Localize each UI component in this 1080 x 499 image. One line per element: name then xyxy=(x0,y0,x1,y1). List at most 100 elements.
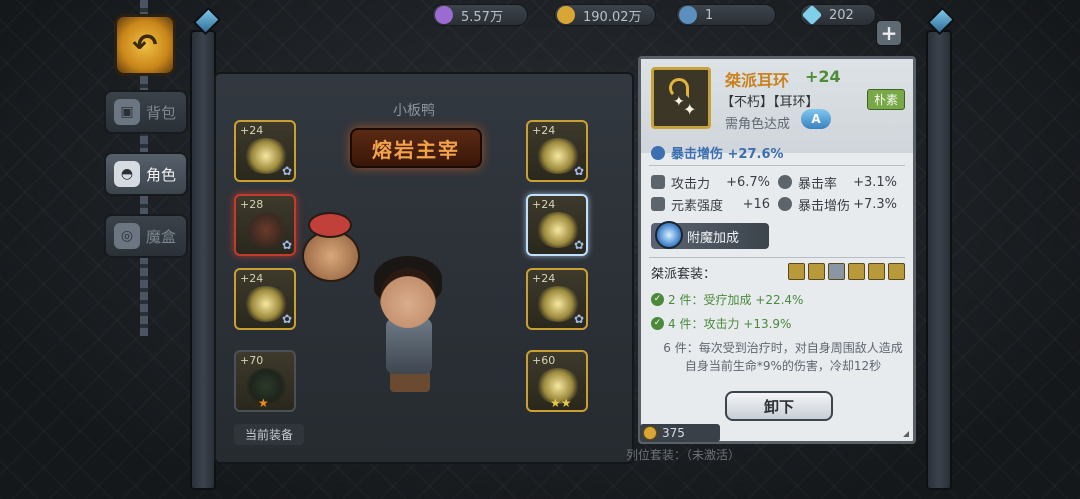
crit-rate-icon xyxy=(778,175,792,189)
flower-icon: ✿ xyxy=(281,312,292,326)
equip-slot[interactable]: +60 ★★ xyxy=(526,350,588,412)
set-bonus-text: 4 件：攻击力 +13.9% xyxy=(668,317,792,331)
corner-decor xyxy=(903,431,909,437)
set-hint: 列位套装：（未激活） xyxy=(626,448,741,462)
purple-gem-icon xyxy=(435,6,453,24)
helmet-icon: ◓ xyxy=(114,161,140,187)
stat-value: +16 xyxy=(742,196,770,212)
stat-label: 暴击率 xyxy=(798,176,838,192)
crit-damage-icon xyxy=(778,197,792,211)
currency-blue: 1 xyxy=(676,4,776,26)
divider xyxy=(649,257,905,258)
stat-value: +7.3% xyxy=(853,196,897,212)
currency-value: 190.02万 xyxy=(583,9,642,25)
item-detail-card: ✦ ✦ 桀派耳环 +24 【不朽】【耳环】 朴素 需角色达成 A 暴击增伤 +27… xyxy=(638,56,916,444)
flower-icon: ✿ xyxy=(573,164,584,178)
element-icon xyxy=(651,197,665,211)
tab-magic-box[interactable]: ◎ 魔盒 xyxy=(104,214,188,258)
check-icon: ✓ xyxy=(651,293,664,306)
equip-slot-earring[interactable]: +24 ✿ xyxy=(526,194,588,256)
star-icon: ★ xyxy=(258,396,269,410)
medal-icon xyxy=(888,263,905,280)
slot-level: +28 xyxy=(240,198,264,211)
slot-level: +24 xyxy=(532,272,556,285)
slot-level: +24 xyxy=(532,124,556,137)
set-bonus-2: ✓ 2 件：受疗加成 +22.4% xyxy=(651,291,803,308)
divider xyxy=(649,165,905,166)
equip-slot[interactable]: +24 ✿ xyxy=(526,268,588,330)
tab-label: 背包 xyxy=(146,103,177,122)
helmet-icon xyxy=(788,263,805,280)
tab-backpack[interactable]: ▣ 背包 xyxy=(104,90,188,134)
set-bonus-6: 6 件：每次受到治疗时，对自身周围敌人造成自身当前生命*9%的伤害，冷却12秒 xyxy=(663,341,903,373)
attack-icon xyxy=(651,175,665,189)
boots-icon xyxy=(848,263,865,280)
enchant-button[interactable]: 附魔加成 xyxy=(651,221,769,249)
item-icon-frame: ✦ ✦ xyxy=(651,67,711,129)
add-currency-button[interactable]: + xyxy=(876,20,902,46)
stat-label: 攻击力 xyxy=(671,176,711,192)
item-enhance: +24 xyxy=(805,67,841,86)
unequip-button[interactable]: 卸下 xyxy=(725,391,833,421)
set-title: 桀派套装： xyxy=(651,267,717,282)
character-name: 小板鸭 xyxy=(393,103,435,119)
stat-value: +6.7% xyxy=(726,174,770,190)
stat-label: 元素强度 xyxy=(671,198,724,214)
currency-value: 1 xyxy=(705,7,714,23)
earring-icon xyxy=(828,263,845,280)
stat-value: +3.1% xyxy=(853,174,897,190)
back-button[interactable]: ↶ xyxy=(114,14,176,76)
currency-value: 5.57万 xyxy=(461,9,503,25)
main-stat: 暴击增伤 +27.6% xyxy=(651,143,784,162)
blue-token-icon xyxy=(679,6,697,24)
tab-label: 角色 xyxy=(146,165,177,184)
slot-level: +24 xyxy=(240,272,264,285)
equip-slot[interactable]: +24 ✿ xyxy=(234,120,296,182)
price-value: 375 xyxy=(662,426,685,440)
equip-slot[interactable]: +24 ✿ xyxy=(526,120,588,182)
item-tags: 【不朽】【耳环】 xyxy=(721,95,819,110)
slot-level: +24 xyxy=(240,124,264,137)
slot-level: +60 xyxy=(532,354,556,367)
enchant-orb-icon xyxy=(655,221,683,249)
quality-badge: 朴素 xyxy=(866,89,905,110)
enchant-label: 附魔加成 xyxy=(687,230,740,246)
magic-box-icon: ◎ xyxy=(114,223,140,249)
flower-icon: ✿ xyxy=(573,312,584,326)
stat-label: 暴击增伤 xyxy=(798,198,851,214)
equip-slot[interactable]: +28 ✿ xyxy=(234,194,296,256)
tab-character[interactable]: ◓ 角色 xyxy=(104,152,188,196)
current-equip-label: 当前装备 xyxy=(234,424,304,445)
character-avatar xyxy=(366,256,456,392)
diamond-icon xyxy=(801,4,823,26)
gold-coin-icon xyxy=(557,6,575,24)
flower-icon: ✿ xyxy=(281,238,292,252)
ring-icon xyxy=(808,263,825,280)
left-pillar xyxy=(190,30,216,490)
flower-icon: ✿ xyxy=(573,238,584,252)
check-icon: ✓ xyxy=(651,317,664,330)
slot-level: +24 xyxy=(532,198,556,211)
right-pillar xyxy=(926,30,952,490)
trophy-icon xyxy=(868,263,885,280)
star-icon: ★★ xyxy=(550,396,572,410)
currency-diamond: 202 xyxy=(800,4,876,26)
equip-slot[interactable]: +70 ★ xyxy=(234,350,296,412)
character-title: 熔岩主宰 xyxy=(350,128,482,168)
backpack-icon: ▣ xyxy=(114,99,140,125)
sub-stats: 攻击力 +6.7% 暴击率 +3.1% 元素强度 +16 暴击增伤 +7.3% xyxy=(651,171,905,215)
item-name: 桀派耳环 xyxy=(725,71,790,90)
set-piece-icons xyxy=(788,263,905,280)
slot-level: +70 xyxy=(240,354,264,367)
equip-slot[interactable]: +24 ✿ xyxy=(234,268,296,330)
back-arrow-icon: ↶ xyxy=(132,27,158,63)
currency-purple: 5.57万 xyxy=(432,4,528,26)
currency-gold: 190.02万 xyxy=(554,4,656,26)
pet xyxy=(298,212,364,288)
tab-label: 魔盒 xyxy=(146,227,177,246)
rank-badge: A xyxy=(801,109,831,129)
currency-value: 202 xyxy=(829,7,854,23)
set-bonus-text: 2 件：受疗加成 +22.4% xyxy=(668,293,804,307)
earring-icon: ✦ ✦ xyxy=(661,76,701,120)
flower-icon: ✿ xyxy=(281,164,292,178)
